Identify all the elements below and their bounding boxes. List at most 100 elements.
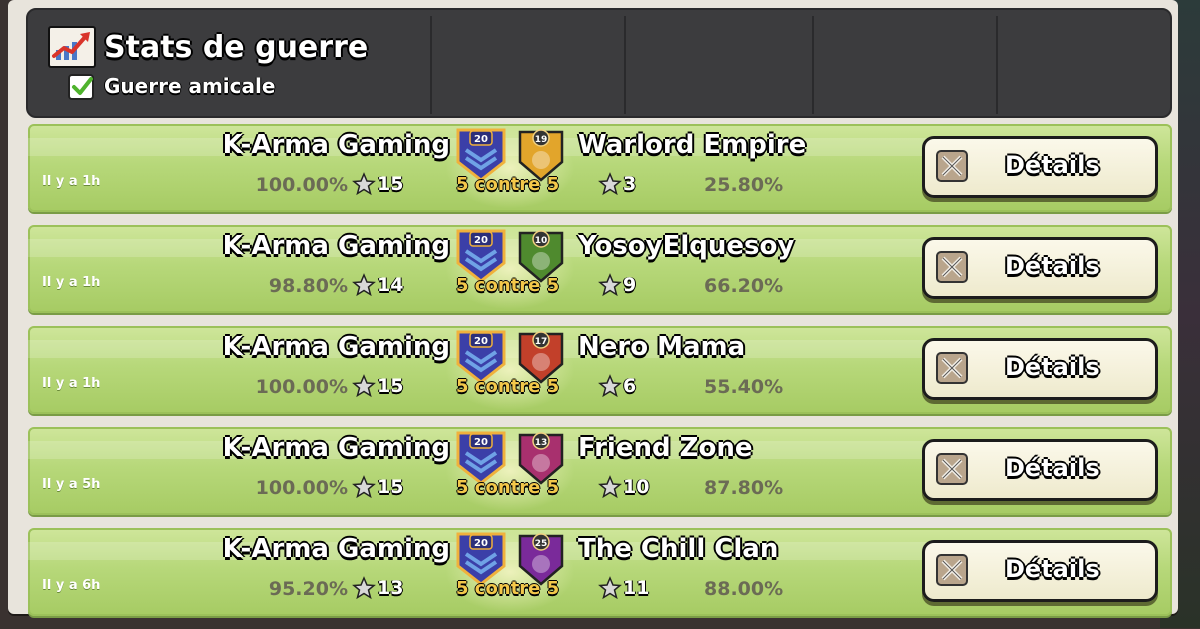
clan-stars: 13 [352,576,403,600]
opponent-stars: 6 [598,374,636,398]
crossed-swords-icon [936,150,968,182]
star-icon [352,273,376,297]
opponent-name: Nero Mama [578,332,746,362]
header-divider [430,16,432,114]
star-icon [598,273,622,297]
war-time: Il y a 5h [42,477,101,492]
versus-label: 5 contre 5 [456,578,560,599]
opponent-stars-count: 6 [623,375,637,397]
clan-stars: 14 [352,273,403,297]
clan-level: 20 [474,235,488,246]
clan-name: K-Arma Gaming [222,534,450,564]
war-list: Il y a 1h K-Arma Gaming 100.00% 15 20 19… [28,124,1172,629]
versus-label: 5 contre 5 [456,477,560,498]
header-divider [812,16,814,114]
clan-name: K-Arma Gaming [222,130,450,160]
details-button-label: Détails [1005,252,1100,280]
opponent-level: 17 [535,337,548,347]
details-button[interactable]: Détails [922,237,1158,299]
clan-name: K-Arma Gaming [222,231,450,261]
clan-stars-count: 13 [377,577,404,599]
details-button-label: Détails [1005,454,1100,482]
details-button-label: Détails [1005,353,1100,381]
opponent-name: The Chill Clan [578,534,779,564]
star-icon [598,576,622,600]
clan-name: K-Arma Gaming [222,433,450,463]
clan-stars-count: 14 [377,274,404,296]
opponent-level: 10 [535,236,548,246]
opponent-destruction-percent: 25.80% [704,174,784,196]
opponent-stars: 10 [598,475,649,499]
opponent-level: 19 [535,135,548,145]
details-button[interactable]: Détails [922,136,1158,198]
friendly-war-checkbox[interactable] [68,74,94,100]
war-time: Il y a 1h [42,275,101,290]
opponent-destruction-percent: 87.80% [704,477,784,499]
clan-level: 20 [474,538,488,549]
clan-stars: 15 [352,374,403,398]
details-button[interactable]: Détails [922,439,1158,501]
clan-level: 20 [474,336,488,347]
page-title: Stats de guerre [104,30,369,65]
crossed-swords-icon [936,453,968,485]
opponent-stars: 9 [598,273,636,297]
opponent-stars-count: 10 [623,476,650,498]
opponent-name: Warlord Empire [578,130,807,160]
war-time: Il y a 1h [42,174,101,189]
clan-destruction-percent: 100.00% [255,376,348,398]
header-divider [996,16,998,114]
crossed-swords-icon [936,554,968,586]
friendly-war-label: Guerre amicale [104,74,276,98]
star-icon [352,576,376,600]
opponent-stars-count: 9 [623,274,637,296]
details-button-label: Détails [1005,555,1100,583]
war-row: Il y a 5h K-Arma Gaming 100.00% 15 20 13… [28,427,1172,515]
opponent-name: YosoyElquesoy [578,231,795,261]
star-icon [352,172,376,196]
star-icon [598,172,622,196]
clan-stars-count: 15 [377,375,404,397]
chart-up-icon [48,26,96,68]
opponent-destruction-percent: 66.20% [704,275,784,297]
clan-stars: 15 [352,172,403,196]
star-icon [598,475,622,499]
crossed-swords-icon [936,352,968,384]
versus-label: 5 contre 5 [456,376,560,397]
crossed-swords-icon [936,251,968,283]
opponent-name: Friend Zone [578,433,753,463]
clan-level: 20 [474,134,488,145]
header-divider [624,16,626,114]
war-row: Il y a 1h K-Arma Gaming 98.80% 14 20 10 … [28,225,1172,313]
clan-stars-count: 15 [377,476,404,498]
opponent-destruction-percent: 55.40% [704,376,784,398]
versus-label: 5 contre 5 [456,174,560,195]
star-icon [352,475,376,499]
clan-stars: 15 [352,475,403,499]
details-button-label: Détails [1005,151,1100,179]
war-row: Il y a 6h K-Arma Gaming 95.20% 13 20 25 … [28,528,1172,616]
clan-level: 20 [474,437,488,448]
opponent-level: 13 [535,438,548,448]
clan-destruction-percent: 98.80% [268,275,348,297]
war-time: Il y a 1h [42,376,101,391]
clan-destruction-percent: 100.00% [255,174,348,196]
opponent-stars: 3 [598,172,636,196]
details-button[interactable]: Détails [922,540,1158,602]
stats-header: Stats de guerre Guerre amicale [26,8,1172,118]
star-icon [352,374,376,398]
war-stats-panel: Stats de guerre Guerre amicale Il y a 1h… [8,0,1178,616]
war-row: Il y a 1h K-Arma Gaming 100.00% 15 20 17… [28,326,1172,414]
details-button[interactable]: Détails [922,338,1158,400]
opponent-destruction-percent: 88.00% [704,578,784,600]
opponent-level: 25 [535,539,548,549]
clan-name: K-Arma Gaming [222,332,450,362]
war-row: Il y a 1h K-Arma Gaming 100.00% 15 20 19… [28,124,1172,212]
opponent-stars-count: 3 [623,173,637,195]
clan-destruction-percent: 100.00% [255,477,348,499]
opponent-stars-count: 11 [623,577,650,599]
clan-stars-count: 15 [377,173,404,195]
versus-label: 5 contre 5 [456,275,560,296]
opponent-stars: 11 [598,576,649,600]
war-time: Il y a 6h [42,578,101,593]
star-icon [598,374,622,398]
